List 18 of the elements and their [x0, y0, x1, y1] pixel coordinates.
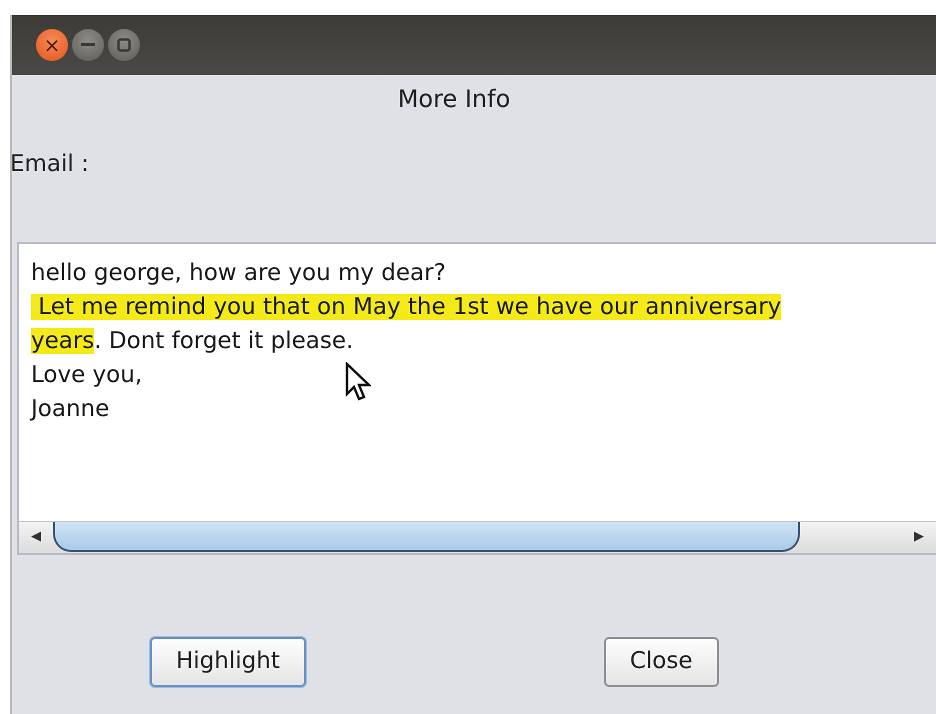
maximize-button[interactable]: [108, 29, 140, 61]
scroll-left-arrow[interactable]: ◀: [19, 527, 53, 547]
email-label: Email :: [10, 150, 90, 179]
close-button[interactable]: Close: [604, 636, 718, 686]
message-line: Joanne: [31, 394, 110, 424]
message-line: Love you,: [31, 360, 142, 390]
close-button[interactable]: ×: [36, 29, 68, 61]
mouse-pointer-icon: [345, 362, 371, 402]
message-line: hello george, how are you my dear?: [31, 258, 446, 288]
scroll-right-arrow[interactable]: ▶: [902, 527, 936, 547]
highlight-button[interactable]: Highlight: [150, 636, 306, 686]
minimize-button[interactable]: [72, 29, 104, 61]
scrollbar-thumb[interactable]: [53, 522, 800, 552]
maximize-icon: [117, 38, 131, 52]
dialog-title: More Info: [396, 84, 512, 115]
message-line: years. Dont forget it please.: [31, 326, 354, 356]
message-text-area[interactable]: hello george, how are you my dear? Let me remind you that on May the 1st we have our anniversary years. Dont forget it please. Love you, Joanne ◀ ▶: [17, 242, 936, 554]
minimize-icon: [81, 43, 95, 47]
